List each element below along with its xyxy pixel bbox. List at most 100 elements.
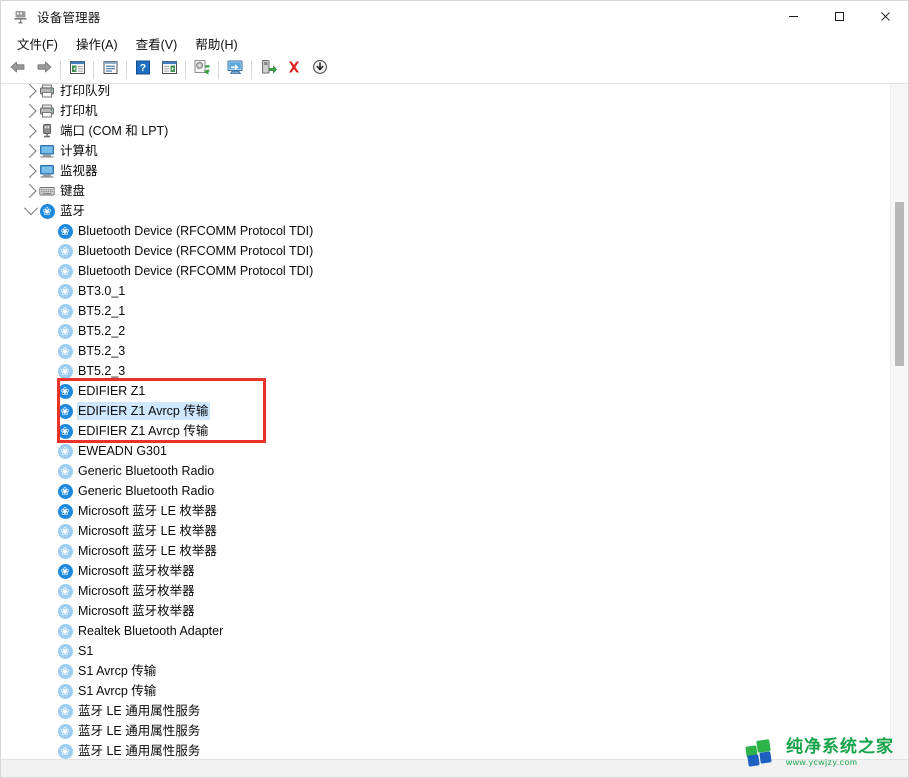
computer-icon bbox=[39, 143, 55, 159]
disable-device-icon bbox=[312, 59, 328, 80]
tree-item-bt52-3a[interactable]: ❀BT5.2_3 bbox=[1, 341, 890, 361]
toolbar-help[interactable]: ? bbox=[130, 58, 156, 82]
help-icon: ? bbox=[135, 60, 151, 80]
tree-item-label: BT5.2_3 bbox=[77, 362, 127, 380]
tree-item-bluetooth-device-rfcomm-2[interactable]: ❀Bluetooth Device (RFCOMM Protocol TDI) bbox=[1, 241, 890, 261]
bluetooth-icon: ❀ bbox=[57, 503, 73, 519]
tree-item-label: Generic Bluetooth Radio bbox=[77, 462, 216, 480]
printer-icon bbox=[39, 103, 55, 119]
tree-item-ms-bluetooth-enumerator-2[interactable]: ❀Microsoft 蓝牙枚举器 bbox=[1, 581, 890, 601]
tree-item-eweadn-g301[interactable]: ❀EWEADN G301 bbox=[1, 441, 890, 461]
tree-item-ms-bluetooth-enumerator-3[interactable]: ❀Microsoft 蓝牙枚举器 bbox=[1, 601, 890, 621]
tree-item-bluetooth-le-gatt-2[interactable]: ❀蓝牙 LE 通用属性服务 bbox=[1, 721, 890, 741]
bluetooth-icon: ❀ bbox=[57, 363, 73, 379]
bluetooth-icon: ❀ bbox=[57, 563, 73, 579]
tree-item-computer[interactable]: 计算机 bbox=[1, 141, 890, 161]
menu-view[interactable]: 查看(V) bbox=[128, 31, 186, 57]
tree-item-bluetooth[interactable]: ❀蓝牙 bbox=[1, 201, 890, 221]
tree-item-label: BT5.2_2 bbox=[77, 322, 127, 340]
tree-item-ms-bluetooth-le-enumerator-2[interactable]: ❀Microsoft 蓝牙 LE 枚举器 bbox=[1, 521, 890, 541]
tree-item-s1-avrcp-2[interactable]: ❀S1 Avrcp 传输 bbox=[1, 681, 890, 701]
tree-item-bluetooth-le-gatt-1[interactable]: ❀蓝牙 LE 通用属性服务 bbox=[1, 701, 890, 721]
minimize-button[interactable] bbox=[770, 1, 816, 32]
chevron-down-icon[interactable] bbox=[23, 201, 39, 221]
toolbar-back[interactable] bbox=[5, 58, 31, 82]
device-manager-window: 设备管理器 文件(F) 操作(A) 查看(V) 帮助(H) bbox=[0, 0, 909, 778]
toolbar-console-tree[interactable] bbox=[64, 58, 90, 82]
tree-item-monitors[interactable]: 监视器 bbox=[1, 161, 890, 181]
tree-item-bt52-2[interactable]: ❀BT5.2_2 bbox=[1, 321, 890, 341]
tree-item-bt30-1[interactable]: ❀BT3.0_1 bbox=[1, 281, 890, 301]
bluetooth-icon: ❀ bbox=[57, 623, 73, 639]
tree-item-generic-bluetooth-radio-2[interactable]: ❀Generic Bluetooth Radio bbox=[1, 481, 890, 501]
tree-item-bt52-3b[interactable]: ❀BT5.2_3 bbox=[1, 361, 890, 381]
tree-item-bluetooth-le-gatt-3[interactable]: ❀蓝牙 LE 通用属性服务 bbox=[1, 741, 890, 759]
tree-item-bluetooth-device-rfcomm-1[interactable]: ❀Bluetooth Device (RFCOMM Protocol TDI) bbox=[1, 221, 890, 241]
tree-item-label: Microsoft 蓝牙 LE 枚举器 bbox=[77, 542, 219, 560]
bluetooth-icon: ❀ bbox=[57, 343, 73, 359]
chevron-right-icon[interactable] bbox=[23, 181, 39, 201]
menu-file[interactable]: 文件(F) bbox=[9, 31, 66, 57]
bluetooth-icon: ❀ bbox=[57, 403, 73, 419]
tree-item-label: Microsoft 蓝牙 LE 枚举器 bbox=[77, 502, 219, 520]
chevron-right-icon[interactable] bbox=[23, 141, 39, 161]
tree-item-bluetooth-device-rfcomm-3[interactable]: ❀Bluetooth Device (RFCOMM Protocol TDI) bbox=[1, 261, 890, 281]
chevron-right-icon[interactable] bbox=[23, 161, 39, 181]
back-arrow-icon bbox=[9, 59, 27, 80]
tree-item-ms-bluetooth-le-enumerator-1[interactable]: ❀Microsoft 蓝牙 LE 枚举器 bbox=[1, 501, 890, 521]
tree-item-realtek-bluetooth-adapter[interactable]: ❀Realtek Bluetooth Adapter bbox=[1, 621, 890, 641]
device-tree: 打印队列打印机端口 (COM 和 LPT)计算机监视器键盘❀蓝牙❀Bluetoo… bbox=[1, 84, 890, 759]
tree-item-label: EDIFIER Z1 Avrcp 传输 bbox=[77, 402, 210, 420]
bluetooth-icon: ❀ bbox=[57, 223, 73, 239]
tree-item-s1[interactable]: ❀S1 bbox=[1, 641, 890, 661]
tree-item-ports[interactable]: 端口 (COM 和 LPT) bbox=[1, 121, 890, 141]
vertical-scrollbar-thumb[interactable] bbox=[895, 202, 904, 366]
chevron-right-icon[interactable] bbox=[23, 121, 39, 141]
tree-item-label: 蓝牙 LE 通用属性服务 bbox=[77, 742, 202, 759]
bluetooth-icon: ❀ bbox=[57, 723, 73, 739]
scan-hardware-changes-icon bbox=[226, 59, 245, 80]
tree-item-keyboards[interactable]: 键盘 bbox=[1, 181, 890, 201]
tree-item-label: S1 bbox=[77, 642, 95, 660]
tree-item-edifier-z1[interactable]: ❀EDIFIER Z1 bbox=[1, 381, 890, 401]
toolbar-separator bbox=[218, 61, 219, 79]
toolbar-update-driver[interactable] bbox=[189, 58, 215, 82]
tree-item-bt52-1[interactable]: ❀BT5.2_1 bbox=[1, 301, 890, 321]
toolbar-properties[interactable] bbox=[97, 58, 123, 82]
menu-action[interactable]: 操作(A) bbox=[68, 31, 126, 57]
menu-bar: 文件(F) 操作(A) 查看(V) 帮助(H) bbox=[1, 32, 908, 56]
toolbar-disable-device[interactable] bbox=[307, 58, 333, 82]
menu-help[interactable]: 帮助(H) bbox=[187, 31, 245, 57]
toolbar-separator bbox=[60, 61, 61, 79]
tree-item-label: 监视器 bbox=[59, 162, 100, 180]
close-button[interactable] bbox=[862, 1, 908, 32]
horizontal-scrollbar[interactable] bbox=[1, 759, 908, 777]
tree-item-ms-bluetooth-le-enumerator-3[interactable]: ❀Microsoft 蓝牙 LE 枚举器 bbox=[1, 541, 890, 561]
tree-item-label: 打印队列 bbox=[59, 84, 112, 100]
toolbar-action-pane[interactable] bbox=[156, 58, 182, 82]
toolbar-separator bbox=[185, 61, 186, 79]
horizontal-scrollbar-thumb[interactable] bbox=[2, 764, 882, 773]
tree-item-edifier-z1-avrcp-1[interactable]: ❀EDIFIER Z1 Avrcp 传输 bbox=[1, 401, 890, 421]
toolbar-enable-device[interactable] bbox=[255, 58, 281, 82]
device-tree-pane[interactable]: 打印队列打印机端口 (COM 和 LPT)计算机监视器键盘❀蓝牙❀Bluetoo… bbox=[1, 84, 890, 759]
tree-item-edifier-z1-avrcp-2[interactable]: ❀EDIFIER Z1 Avrcp 传输 bbox=[1, 421, 890, 441]
chevron-right-icon[interactable] bbox=[23, 101, 39, 121]
toolbar-uninstall-device[interactable] bbox=[281, 58, 307, 82]
content-area: 打印队列打印机端口 (COM 和 LPT)计算机监视器键盘❀蓝牙❀Bluetoo… bbox=[1, 84, 908, 759]
svg-text:?: ? bbox=[140, 62, 146, 74]
tree-item-s1-avrcp-1[interactable]: ❀S1 Avrcp 传输 bbox=[1, 661, 890, 681]
toolbar-scan-hardware[interactable] bbox=[222, 58, 248, 82]
maximize-button[interactable] bbox=[816, 1, 862, 32]
tree-item-generic-bluetooth-radio-1[interactable]: ❀Generic Bluetooth Radio bbox=[1, 461, 890, 481]
toolbar-separator bbox=[251, 61, 252, 79]
tree-item-ms-bluetooth-enumerator-1[interactable]: ❀Microsoft 蓝牙枚举器 bbox=[1, 561, 890, 581]
tree-item-printers[interactable]: 打印机 bbox=[1, 101, 890, 121]
vertical-scrollbar[interactable] bbox=[890, 84, 908, 759]
tree-item-label: Generic Bluetooth Radio bbox=[77, 482, 216, 500]
bluetooth-icon: ❀ bbox=[57, 543, 73, 559]
tree-item-print-queues[interactable]: 打印队列 bbox=[1, 84, 890, 101]
toolbar-forward[interactable] bbox=[31, 58, 57, 82]
tree-item-label: Bluetooth Device (RFCOMM Protocol TDI) bbox=[77, 222, 315, 240]
chevron-right-icon[interactable] bbox=[23, 84, 39, 101]
